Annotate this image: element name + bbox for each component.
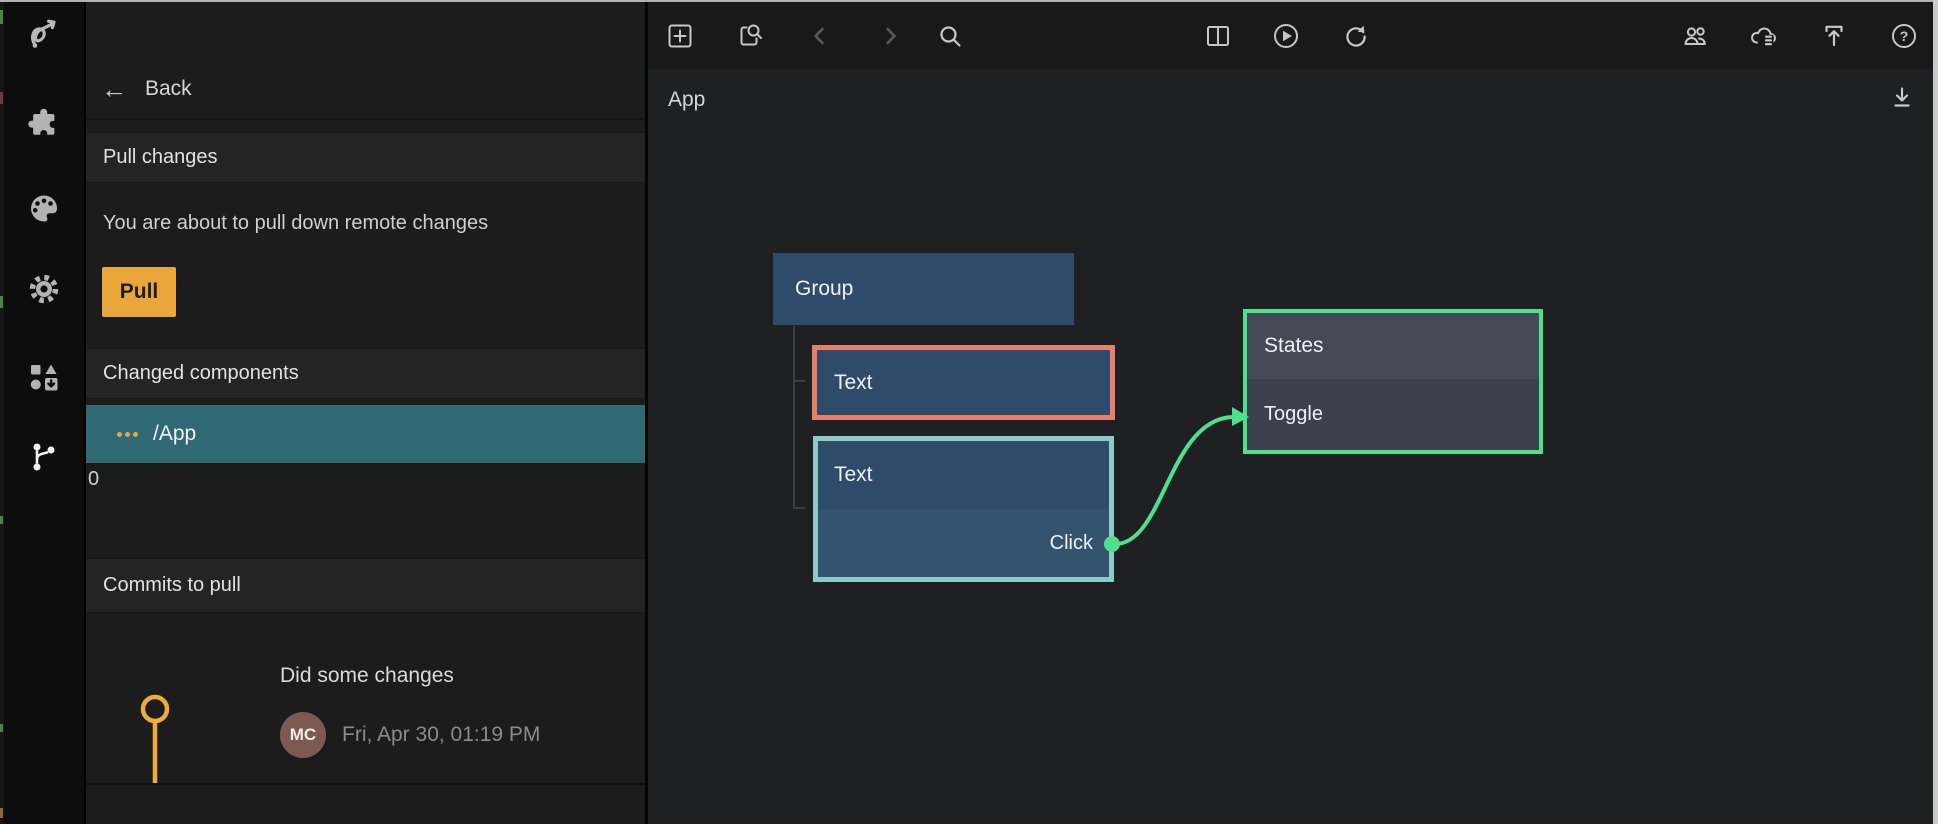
pull-changes-header: Pull changes bbox=[86, 132, 645, 183]
pull-button-label: Pull bbox=[120, 280, 159, 303]
divider bbox=[86, 118, 645, 120]
commit-graph-pin-icon bbox=[135, 680, 175, 784]
node-canvas[interactable]: ? App Group Text Text Click bbox=[648, 0, 1938, 824]
app-window: ← Back Pull changes You are about to pul… bbox=[0, 0, 1938, 824]
search-icon[interactable] bbox=[936, 22, 964, 50]
edge-speck bbox=[0, 724, 3, 732]
node-text2-ports: Click bbox=[818, 509, 1109, 577]
changed-component-row-app[interactable]: /App bbox=[86, 405, 645, 463]
node-text-warning[interactable]: Text bbox=[812, 345, 1115, 420]
component-path-label: /App bbox=[153, 422, 196, 446]
node-text2-label: Text bbox=[834, 463, 873, 487]
plugins-puzzle-icon[interactable] bbox=[26, 106, 62, 142]
nav-forward-icon[interactable] bbox=[876, 22, 904, 50]
version-control-branch-icon[interactable] bbox=[26, 439, 62, 475]
version-control-panel: ← Back Pull changes You are about to pul… bbox=[86, 0, 645, 824]
back-button[interactable]: ← Back bbox=[86, 60, 645, 118]
divider bbox=[86, 783, 645, 785]
noodl-logo-icon[interactable] bbox=[26, 16, 62, 52]
toggle-port-label: Toggle bbox=[1264, 403, 1323, 426]
node-text1-label: Text bbox=[834, 371, 873, 395]
node-group[interactable]: Group bbox=[773, 253, 1074, 325]
refresh-icon[interactable] bbox=[1342, 22, 1370, 50]
commits-to-pull-title: Commits to pull bbox=[103, 574, 241, 597]
tree-connector-tick bbox=[793, 380, 805, 382]
pull-button[interactable]: Pull bbox=[102, 267, 176, 317]
stray-counter: 0 bbox=[88, 468, 99, 491]
avatar: MC bbox=[280, 712, 326, 758]
edge-speck bbox=[0, 296, 3, 308]
window-right-edge bbox=[1933, 0, 1938, 824]
components-shapes-icon[interactable] bbox=[26, 359, 62, 395]
commit-timestamp: Fri, Apr 30, 01:19 PM bbox=[342, 723, 540, 747]
pull-changes-title: Pull changes bbox=[103, 146, 218, 169]
node-states[interactable]: States Toggle bbox=[1243, 309, 1543, 454]
avatar-initials: MC bbox=[290, 725, 316, 745]
changes-dots-icon bbox=[117, 432, 141, 437]
node-states-header: States bbox=[1247, 313, 1539, 379]
preview-play-icon[interactable] bbox=[1272, 22, 1300, 50]
help-icon[interactable]: ? bbox=[1890, 22, 1918, 50]
component-breadcrumb: App bbox=[668, 88, 705, 112]
nav-back-icon[interactable] bbox=[806, 22, 834, 50]
icon-sidebar bbox=[4, 0, 84, 824]
component-search-icon[interactable] bbox=[736, 22, 764, 50]
back-label: Back bbox=[145, 77, 192, 101]
node-text2-header: Text bbox=[818, 441, 1109, 509]
commit-message: Did some changes bbox=[280, 664, 454, 688]
tree-connector-tick bbox=[793, 507, 805, 509]
sidebar-panel-divider bbox=[84, 0, 86, 824]
theme-palette-icon[interactable] bbox=[26, 191, 62, 227]
window-top-edge bbox=[0, 0, 1938, 2]
deploy-upload-icon[interactable] bbox=[1820, 22, 1848, 50]
node-text-selected[interactable]: Text Click bbox=[813, 436, 1114, 582]
click-port-label: Click bbox=[1050, 532, 1093, 555]
commits-to-pull-header: Commits to pull bbox=[86, 558, 645, 613]
edge-speck bbox=[0, 516, 3, 524]
collaborators-icon[interactable] bbox=[1681, 22, 1709, 50]
edge-speck bbox=[0, 10, 3, 24]
edge-speck bbox=[0, 808, 3, 818]
back-arrow-icon: ← bbox=[101, 76, 127, 102]
cloud-sync-icon[interactable] bbox=[1748, 22, 1776, 50]
window-left-strip bbox=[0, 0, 4, 824]
toggle-port-row[interactable]: Toggle bbox=[1247, 379, 1539, 450]
panel-canvas-divider bbox=[645, 0, 648, 824]
edge-speck bbox=[0, 92, 3, 104]
node-states-label: States bbox=[1264, 334, 1324, 358]
canvas-toolbar: ? bbox=[648, 0, 1938, 69]
pull-description: You are about to pull down remote change… bbox=[103, 212, 488, 235]
download-icon[interactable] bbox=[1888, 84, 1916, 112]
node-group-label: Group bbox=[795, 277, 853, 301]
split-view-icon[interactable] bbox=[1204, 22, 1232, 50]
tree-connector-line bbox=[793, 326, 795, 509]
changed-components-header: Changed components bbox=[86, 348, 645, 399]
add-node-icon[interactable] bbox=[666, 22, 694, 50]
changed-components-title: Changed components bbox=[103, 362, 299, 385]
help-glyph: ? bbox=[1900, 28, 1909, 44]
settings-gear-icon[interactable] bbox=[26, 271, 62, 307]
